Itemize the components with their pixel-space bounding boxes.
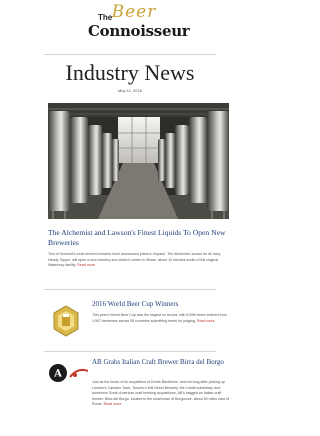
logo-connoisseur-text: Connoisseur — [88, 22, 190, 40]
article-body: Just as the boom of its acquisition of D… — [92, 380, 230, 408]
brewery-tanks-image[interactable] — [48, 103, 229, 219]
logo-beer-text: Beer — [111, 2, 157, 22]
divider — [44, 54, 216, 55]
article-title[interactable]: The Alchemist and Lawson's Finest Liquid… — [48, 228, 230, 248]
page-title: Industry News — [65, 60, 195, 85]
brewery-illustration — [48, 103, 229, 219]
newsletter-page: Beer The Connoisseur Industry News May 1… — [0, 0, 260, 436]
issue-date: May 11, 2016 — [118, 88, 142, 93]
ab-logo-icon: A — [49, 364, 89, 382]
article-body: This year's World Beer Cup was the large… — [92, 313, 230, 324]
logo-the-text: The — [98, 13, 113, 22]
article-body: Two of Vermont's most revered brewers ha… — [48, 252, 230, 269]
read-more-link[interactable]: Read more — [104, 402, 122, 406]
world-beer-cup-badge[interactable] — [48, 302, 84, 342]
svg-text:A: A — [53, 369, 62, 380]
anheuser-busch-logo[interactable]: A — [48, 362, 92, 384]
divider — [44, 351, 216, 352]
article-body-text: Two of Vermont's most revered brewers ha… — [48, 252, 221, 267]
medal-icon — [48, 302, 84, 342]
logo: Beer The Connoisseur — [0, 0, 260, 50]
read-more-link[interactable]: Read more — [197, 319, 215, 323]
article-title[interactable]: AB Grabs Italian Craft Brewer Birra del … — [92, 358, 232, 367]
article-title[interactable]: 2016 World Beer Cup Winners — [92, 300, 232, 309]
read-more-link[interactable]: Read more — [77, 263, 95, 267]
divider — [44, 289, 216, 290]
